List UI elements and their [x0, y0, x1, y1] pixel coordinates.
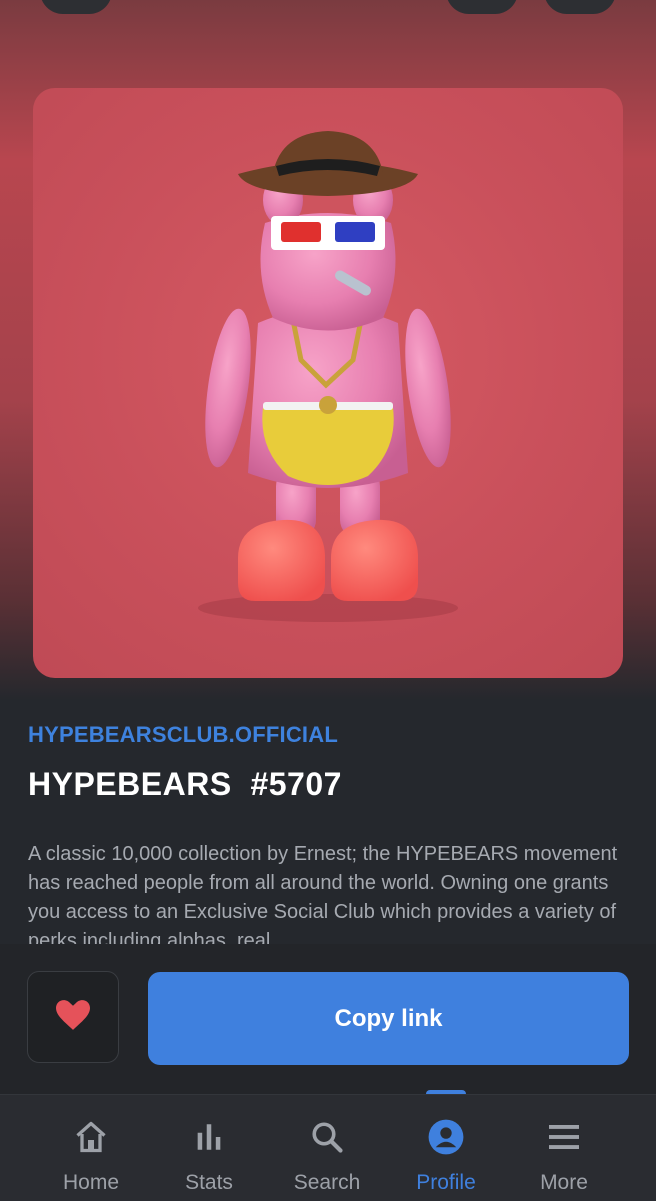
nav-more[interactable]: More	[514, 1095, 614, 1201]
heart-icon	[56, 999, 90, 1035]
nav-stats[interactable]: Stats	[159, 1095, 259, 1201]
bottom-nav: Home Stats Search Profile More	[0, 1094, 656, 1201]
nft-title: HYPEBEARS #5707	[28, 766, 342, 802]
nav-stats-label: Stats	[185, 1171, 233, 1194]
search-icon	[307, 1117, 347, 1157]
nav-more-label: More	[540, 1171, 588, 1194]
nav-home[interactable]: Home	[41, 1095, 141, 1201]
nav-search-label: Search	[293, 1171, 361, 1194]
favorite-button[interactable]	[27, 971, 119, 1063]
profile-icon	[426, 1117, 466, 1157]
nav-profile[interactable]: Profile	[396, 1095, 496, 1201]
nav-home-label: Home	[62, 1171, 120, 1194]
nft-description: A classic 10,000 collection by Ernest; t…	[28, 843, 618, 944]
home-icon	[71, 1117, 111, 1157]
nft-image	[33, 88, 623, 678]
copy-link-button[interactable]: Copy link	[148, 972, 629, 1065]
nav-search[interactable]: Search	[277, 1095, 377, 1201]
bar-chart-icon	[189, 1117, 229, 1157]
nav-profile-label: Profile	[416, 1171, 476, 1194]
menu-icon	[544, 1117, 584, 1157]
collection-link[interactable]: HYPEBEARSCLUB.OFFICIAL	[28, 722, 338, 748]
